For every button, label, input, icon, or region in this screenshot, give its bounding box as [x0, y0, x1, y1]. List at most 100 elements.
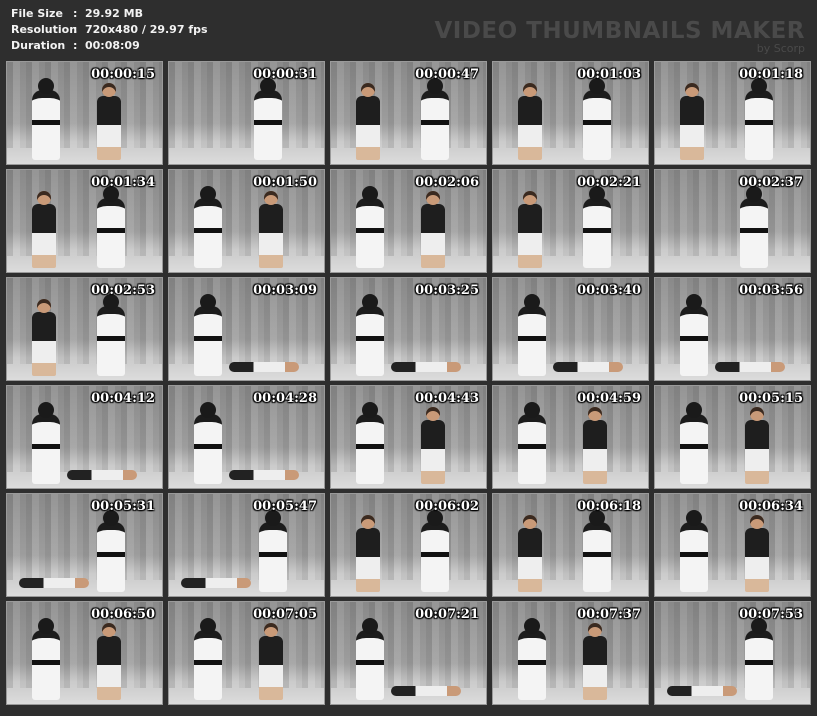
- video-thumbnail[interactable]: 00:04:59: [492, 385, 649, 489]
- video-thumbnail[interactable]: 00:03:09: [168, 277, 325, 381]
- video-thumbnail[interactable]: 00:01:50: [168, 169, 325, 273]
- man-figure: [583, 407, 607, 484]
- video-thumbnail[interactable]: 00:02:53: [6, 277, 163, 381]
- thumbnail-floor: [331, 580, 486, 596]
- thumbnail-timestamp: 00:04:28: [253, 391, 317, 406]
- karate-gi-figure: [356, 618, 384, 700]
- lying-figure: [229, 362, 299, 372]
- thumbnail-timestamp: 00:06:18: [577, 499, 641, 514]
- lying-figure: [67, 470, 137, 480]
- man-figure: [97, 83, 121, 160]
- video-thumbnail[interactable]: 00:01:18: [654, 61, 811, 165]
- thumbnail-timestamp: 00:07:53: [739, 607, 803, 622]
- resolution-value: 720x480 / 29.97 fps: [85, 23, 208, 36]
- duration-row: Duration : 00:08:09: [11, 38, 208, 54]
- file-size-separator: :: [73, 7, 78, 20]
- video-thumbnail[interactable]: 00:00:15: [6, 61, 163, 165]
- thumbnail-timestamp: 00:03:40: [577, 283, 641, 298]
- video-thumbnail[interactable]: 00:05:47: [168, 493, 325, 597]
- thumbnail-timestamp: 00:05:47: [253, 499, 317, 514]
- file-info-panel: File Size : 29.92 MB Resolution : 720x48…: [11, 6, 208, 54]
- video-thumbnail[interactable]: 00:00:47: [330, 61, 487, 165]
- video-thumbnail[interactable]: 00:07:37: [492, 601, 649, 705]
- karate-gi-figure: [356, 186, 384, 268]
- man-figure: [259, 623, 283, 700]
- man-figure: [32, 299, 56, 376]
- video-thumbnail[interactable]: 00:07:21: [330, 601, 487, 705]
- video-thumbnail[interactable]: 00:03:56: [654, 277, 811, 381]
- video-thumbnail[interactable]: 00:06:18: [492, 493, 649, 597]
- thumbnail-timestamp: 00:00:31: [253, 67, 317, 82]
- thumbnail-timestamp: 00:02:37: [739, 175, 803, 190]
- karate-gi-figure: [97, 510, 125, 592]
- thumbnail-timestamp: 00:00:15: [91, 67, 155, 82]
- karate-gi-figure: [518, 294, 546, 376]
- lying-figure: [181, 578, 251, 588]
- thumbnail-timestamp: 00:07:21: [415, 607, 479, 622]
- thumbnail-timestamp: 00:02:21: [577, 175, 641, 190]
- thumbnail-timestamp: 00:02:06: [415, 175, 479, 190]
- video-thumbnail[interactable]: 00:06:50: [6, 601, 163, 705]
- thumbnail-floor: [7, 688, 162, 704]
- video-thumbnail[interactable]: 00:04:43: [330, 385, 487, 489]
- video-thumbnail[interactable]: 00:02:21: [492, 169, 649, 273]
- lying-figure: [667, 686, 737, 696]
- resolution-label: Resolution: [11, 23, 78, 36]
- karate-gi-figure: [356, 402, 384, 484]
- man-figure: [518, 83, 542, 160]
- video-thumbnail[interactable]: 00:00:31: [168, 61, 325, 165]
- thumbnail-timestamp: 00:07:05: [253, 607, 317, 622]
- thumbnail-timestamp: 00:06:50: [91, 607, 155, 622]
- lying-figure: [391, 686, 461, 696]
- thumbnail-timestamp: 00:01:18: [739, 67, 803, 82]
- karate-gi-figure: [421, 78, 449, 160]
- duration-label: Duration: [11, 39, 66, 52]
- karate-gi-figure: [194, 186, 222, 268]
- video-thumbnail[interactable]: 00:03:25: [330, 277, 487, 381]
- thumbnail-timestamp: 00:01:34: [91, 175, 155, 190]
- karate-gi-figure: [194, 402, 222, 484]
- thumbnail-floor: [655, 148, 810, 164]
- video-thumbnail[interactable]: 00:05:31: [6, 493, 163, 597]
- duration-separator: :: [73, 39, 78, 52]
- thumbnail-timestamp: 00:05:15: [739, 391, 803, 406]
- thumbnail-grid: 00:00:15 00:00:31 00:00:47 00:01:03 00:01:18…: [6, 61, 811, 705]
- thumbnail-floor: [169, 256, 324, 272]
- video-thumbnail[interactable]: 00:07:05: [168, 601, 325, 705]
- video-thumbnail[interactable]: 00:02:37: [654, 169, 811, 273]
- thumbnail-timestamp: 00:01:50: [253, 175, 317, 190]
- video-thumbnail[interactable]: 00:05:15: [654, 385, 811, 489]
- thumbnail-timestamp: 00:07:37: [577, 607, 641, 622]
- video-thumbnail[interactable]: 00:03:40: [492, 277, 649, 381]
- man-figure: [32, 191, 56, 268]
- thumbnail-timestamp: 00:01:03: [577, 67, 641, 82]
- video-thumbnail[interactable]: 00:01:03: [492, 61, 649, 165]
- video-thumbnail[interactable]: 00:04:28: [168, 385, 325, 489]
- karate-gi-figure: [583, 510, 611, 592]
- watermark-title: VIDEO THUMBNAILS MAKER: [434, 18, 805, 44]
- thumbnail-timestamp: 00:02:53: [91, 283, 155, 298]
- video-thumbnail[interactable]: 00:06:02: [330, 493, 487, 597]
- karate-gi-figure: [32, 618, 60, 700]
- video-thumbnail[interactable]: 00:01:34: [6, 169, 163, 273]
- man-figure: [259, 191, 283, 268]
- karate-gi-figure: [518, 402, 546, 484]
- man-figure: [680, 83, 704, 160]
- karate-gi-figure: [97, 186, 125, 268]
- thumbnail-timestamp: 00:06:34: [739, 499, 803, 514]
- man-figure: [356, 515, 380, 592]
- lying-figure: [715, 362, 785, 372]
- thumbnail-floor: [169, 148, 324, 164]
- karate-gi-figure: [680, 510, 708, 592]
- thumbnail-floor: [493, 256, 648, 272]
- video-thumbnail[interactable]: 00:02:06: [330, 169, 487, 273]
- video-thumbnail[interactable]: 00:04:12: [6, 385, 163, 489]
- video-thumbnail[interactable]: 00:06:34: [654, 493, 811, 597]
- thumbnail-timestamp: 00:05:31: [91, 499, 155, 514]
- thumbnail-floor: [655, 256, 810, 272]
- thumbnail-floor: [493, 688, 648, 704]
- karate-gi-figure: [583, 78, 611, 160]
- thumbnail-floor: [331, 148, 486, 164]
- thumbnail-floor: [331, 472, 486, 488]
- video-thumbnail[interactable]: 00:07:53: [654, 601, 811, 705]
